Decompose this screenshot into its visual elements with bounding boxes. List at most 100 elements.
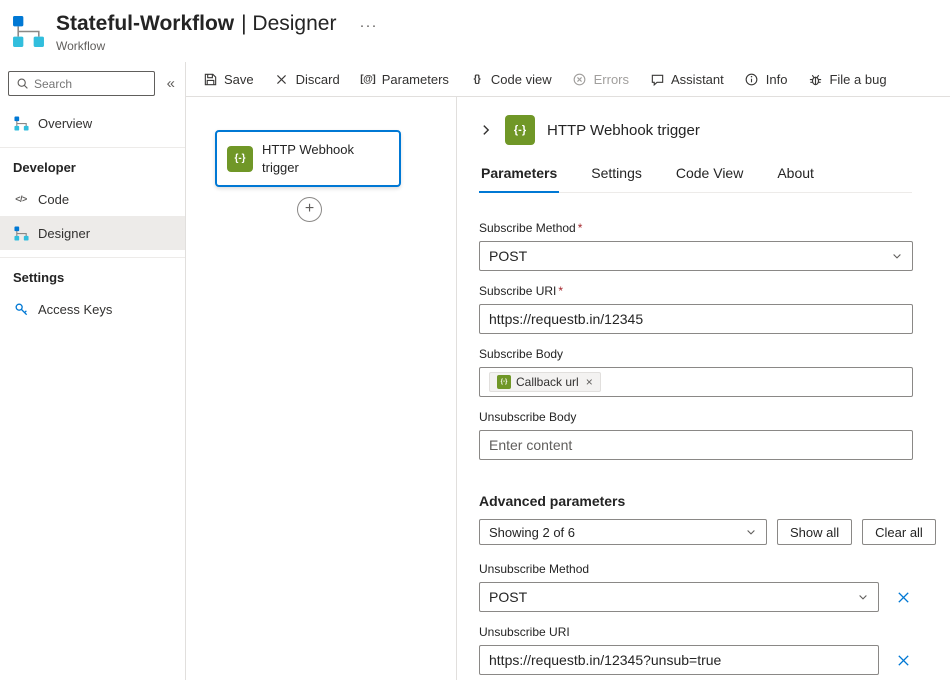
sidebar-section-developer: Developer xyxy=(0,147,185,182)
subscribe-method-label-row: Subscribe Method * xyxy=(479,221,913,235)
errors-icon xyxy=(572,71,588,87)
search-input[interactable] xyxy=(34,76,147,91)
code-view-icon: {} xyxy=(473,73,481,85)
advanced-parameters-heading: Advanced parameters xyxy=(479,493,626,509)
unsubscribe-body-label: Unsubscribe Body xyxy=(479,410,577,424)
show-all-button[interactable]: Show all xyxy=(777,519,853,545)
code-icon: </> xyxy=(15,194,27,204)
tab-parameters[interactable]: Parameters xyxy=(479,165,560,193)
webhook-icon: {-} xyxy=(227,145,253,172)
more-options-button[interactable]: ··· xyxy=(359,17,377,34)
code-view-label: Code view xyxy=(490,71,552,87)
remove-unsubscribe-uri-button[interactable] xyxy=(896,653,911,668)
workflow-node-http-webhook-trigger[interactable]: {-} HTTP Webhook trigger xyxy=(215,130,401,187)
search-box xyxy=(8,71,155,96)
panel-tabs: Parameters Settings Code View About xyxy=(479,165,912,193)
tab-code-view[interactable]: Code View xyxy=(674,165,745,193)
parameters-label: Parameters xyxy=(381,71,449,87)
chevron-down-icon xyxy=(857,591,869,603)
app-header: Stateful-Workflow | Designer ··· Workflo… xyxy=(0,0,950,62)
sidebar-item-designer[interactable]: Designer xyxy=(0,216,185,250)
title-block: Stateful-Workflow | Designer ··· Workflo… xyxy=(56,12,377,53)
chevron-down-icon xyxy=(745,526,757,538)
remove-unsubscribe-method-button[interactable] xyxy=(896,590,911,605)
token-label: Callback url xyxy=(516,375,579,389)
advanced-parameters-value: Showing 2 of 6 xyxy=(489,524,576,540)
parameters-icon: [@] xyxy=(360,73,376,85)
sidebar-collapse-button[interactable]: « xyxy=(163,75,179,92)
info-label: Info xyxy=(765,71,788,87)
sidebar-item-label: Designer xyxy=(38,225,91,241)
save-icon xyxy=(202,71,218,87)
file-a-bug-button[interactable]: File a bug xyxy=(797,62,896,96)
errors-label: Errors xyxy=(593,71,630,87)
unsubscribe-method-field: Unsubscribe Method POST xyxy=(479,562,913,612)
token-remove-icon[interactable]: × xyxy=(586,375,593,389)
errors-button: Errors xyxy=(562,62,639,96)
page-subtitle: Workflow xyxy=(56,39,106,53)
unsubscribe-method-dropdown[interactable]: POST xyxy=(479,582,879,612)
sidebar-item-label: Overview xyxy=(38,115,93,131)
save-label: Save xyxy=(224,71,254,87)
clear-all-button[interactable]: Clear all xyxy=(862,519,936,545)
unsubscribe-uri-label: Unsubscribe URI xyxy=(479,625,570,639)
collapse-panel-chevron-icon[interactable] xyxy=(479,123,493,137)
subscribe-uri-input[interactable] xyxy=(479,304,913,334)
sidebar-search-row: « xyxy=(0,62,185,106)
details-panel: {-} HTTP Webhook trigger Parameters Sett… xyxy=(456,97,950,680)
required-asterisk: * xyxy=(558,284,564,298)
assistant-button[interactable]: Assistant xyxy=(639,62,734,96)
subscribe-method-label: Subscribe Method xyxy=(479,221,576,235)
assistant-label: Assistant xyxy=(671,71,724,87)
save-button[interactable]: Save xyxy=(192,62,264,96)
sidebar-item-code[interactable]: </> Code xyxy=(0,182,185,216)
app-window: Stateful-Workflow | Designer ··· Workflo… xyxy=(0,0,950,680)
designer-icon xyxy=(13,225,29,241)
tab-about[interactable]: About xyxy=(775,165,816,193)
subscribe-uri-field: Subscribe URI * xyxy=(479,284,913,334)
sidebar: « Overview Developer </> Code Designer S… xyxy=(0,62,186,680)
sidebar-item-access-keys[interactable]: Access Keys xyxy=(0,292,185,326)
file-a-bug-label: File a bug xyxy=(829,71,887,87)
unsubscribe-uri-field: Unsubscribe URI xyxy=(479,625,913,675)
required-asterisk: * xyxy=(577,221,583,235)
designer-canvas[interactable]: {-} HTTP Webhook trigger + xyxy=(186,97,456,680)
panel-header: {-} HTTP Webhook trigger xyxy=(479,115,912,145)
command-bar: Save Discard [@] Parameters {} Code view… xyxy=(186,62,950,97)
key-icon xyxy=(13,301,29,317)
overview-icon xyxy=(13,115,29,131)
subscribe-uri-label: Subscribe URI xyxy=(479,284,557,298)
tab-settings[interactable]: Settings xyxy=(589,165,644,193)
unsubscribe-method-value: POST xyxy=(489,589,528,605)
workflow-logo-icon xyxy=(12,15,45,48)
unsubscribe-method-label: Unsubscribe Method xyxy=(479,562,590,576)
page-title-suffix: | Designer xyxy=(241,12,337,35)
panel-title: HTTP Webhook trigger xyxy=(547,121,700,139)
page-title: Stateful-Workflow xyxy=(56,12,235,35)
discard-button[interactable]: Discard xyxy=(264,62,350,96)
subscribe-body-input[interactable]: {-} Callback url × xyxy=(479,367,913,397)
assistant-chat-icon xyxy=(649,71,665,87)
chevron-down-icon xyxy=(891,250,903,262)
unsubscribe-uri-input[interactable] xyxy=(479,645,879,675)
advanced-parameters-dropdown[interactable]: Showing 2 of 6 xyxy=(479,519,767,545)
webhook-icon: {-} xyxy=(505,115,535,145)
subscribe-body-field: Subscribe Body {-} Callback url × xyxy=(479,347,913,397)
node-title: HTTP Webhook trigger xyxy=(262,141,355,175)
info-icon xyxy=(744,71,760,87)
add-step-button[interactable]: + xyxy=(297,197,322,222)
callback-url-token[interactable]: {-} Callback url × xyxy=(489,372,601,392)
discard-icon xyxy=(274,71,290,87)
parameters-button[interactable]: [@] Parameters xyxy=(350,62,459,96)
sidebar-item-label: Code xyxy=(38,191,70,207)
subscribe-method-dropdown[interactable]: POST xyxy=(479,241,913,271)
info-button[interactable]: Info xyxy=(734,62,798,96)
subscribe-uri-label-row: Subscribe URI * xyxy=(479,284,913,298)
code-view-button[interactable]: {} Code view xyxy=(459,62,562,96)
subscribe-method-value: POST xyxy=(489,248,528,264)
subscribe-body-label: Subscribe Body xyxy=(479,347,564,361)
unsubscribe-body-field: Unsubscribe Body xyxy=(479,410,913,460)
sidebar-section-settings: Settings xyxy=(0,257,185,292)
unsubscribe-body-input[interactable] xyxy=(479,430,913,460)
sidebar-item-overview[interactable]: Overview xyxy=(0,106,185,140)
